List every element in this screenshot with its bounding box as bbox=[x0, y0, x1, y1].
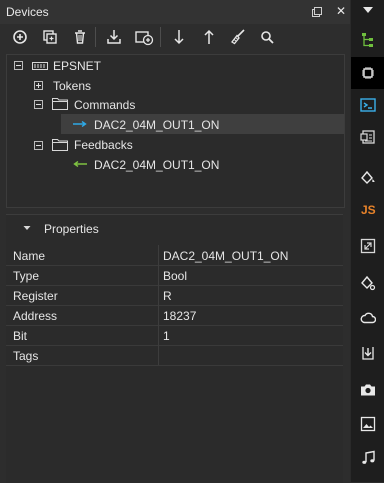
import-icon[interactable] bbox=[104, 27, 124, 47]
panel-toolbar bbox=[0, 24, 350, 50]
property-value[interactable]: 18237 bbox=[163, 309, 196, 323]
right-dock: JS bbox=[350, 0, 384, 482]
tree-root-label[interactable]: EPSNET bbox=[53, 59, 101, 73]
download-icon[interactable] bbox=[351, 337, 384, 369]
property-name: Tags bbox=[13, 349, 39, 363]
column-divider bbox=[158, 265, 159, 285]
column-divider bbox=[158, 245, 159, 265]
device-tree: EPSNET Tokens Commands DAC2_04M_OUT1_ON … bbox=[6, 54, 345, 208]
broom-icon[interactable] bbox=[228, 27, 248, 47]
js-icon[interactable]: JS bbox=[351, 195, 384, 227]
dock-menu-icon[interactable] bbox=[351, 0, 384, 20]
column-divider bbox=[158, 325, 159, 345]
property-row[interactable]: Address 18237 bbox=[6, 305, 343, 326]
property-row[interactable]: Bit 1 bbox=[6, 325, 343, 346]
column-divider bbox=[158, 285, 159, 305]
tree-node-tokens[interactable]: Tokens bbox=[53, 79, 91, 93]
bucket-icon[interactable] bbox=[351, 162, 384, 194]
properties-title: Properties bbox=[44, 222, 99, 236]
property-row[interactable]: Type Bool bbox=[6, 265, 343, 286]
music-icon[interactable] bbox=[351, 442, 384, 474]
resize-icon[interactable] bbox=[351, 230, 384, 262]
device-icon bbox=[32, 62, 48, 70]
image-icon[interactable] bbox=[351, 408, 384, 440]
add-device-icon[interactable] bbox=[134, 27, 154, 47]
duplicate-icon[interactable] bbox=[40, 27, 60, 47]
collapse-toggle[interactable] bbox=[14, 61, 23, 70]
cloud-icon[interactable] bbox=[351, 302, 384, 334]
search-icon[interactable] bbox=[257, 27, 277, 47]
toolbar-separator bbox=[160, 27, 161, 47]
tree-node-feedbacks[interactable]: Feedbacks bbox=[74, 138, 133, 152]
close-icon[interactable]: ✕ bbox=[334, 4, 348, 18]
folder-icon bbox=[52, 138, 68, 151]
panel-titlebar: Devices ✕ bbox=[0, 0, 350, 24]
property-row[interactable]: Register R bbox=[6, 285, 343, 306]
column-divider bbox=[158, 345, 159, 365]
feedback-arrow-icon bbox=[73, 161, 87, 167]
property-value[interactable]: 1 bbox=[163, 329, 170, 343]
chevron-down-icon[interactable] bbox=[23, 224, 31, 232]
pin-icon[interactable] bbox=[311, 6, 323, 18]
tree-node-feedback-item[interactable]: DAC2_04M_OUT1_ON bbox=[94, 158, 219, 172]
column-divider bbox=[158, 305, 159, 325]
property-name: Bit bbox=[13, 329, 28, 343]
property-name: Name bbox=[13, 249, 46, 263]
panel-title: Devices bbox=[6, 5, 49, 19]
bucket-gear-icon[interactable] bbox=[351, 267, 384, 299]
tree-icon[interactable] bbox=[351, 24, 384, 56]
properties-panel: Properties Name DAC2_04M_OUT1_ON Type Bo… bbox=[6, 214, 343, 483]
command-arrow-icon bbox=[73, 121, 87, 127]
property-value[interactable]: Bool bbox=[163, 269, 187, 283]
devices-panel: Devices ✕ EPSNET Tokens Commands DAC2_04… bbox=[0, 0, 350, 483]
collapse-toggle[interactable] bbox=[34, 100, 43, 109]
move-up-icon[interactable] bbox=[199, 27, 219, 47]
report-icon[interactable] bbox=[351, 121, 384, 153]
expand-toggle[interactable] bbox=[34, 81, 43, 90]
delete-icon[interactable] bbox=[70, 27, 90, 47]
collapse-toggle[interactable] bbox=[34, 141, 43, 150]
property-name: Address bbox=[13, 309, 58, 323]
tree-node-command-item[interactable]: DAC2_04M_OUT1_ON bbox=[94, 118, 219, 132]
tree-node-commands[interactable]: Commands bbox=[74, 98, 135, 112]
property-value[interactable]: R bbox=[163, 289, 172, 303]
toolbar-separator bbox=[95, 27, 96, 47]
folder-icon bbox=[52, 97, 68, 110]
property-value[interactable]: DAC2_04M_OUT1_ON bbox=[163, 249, 288, 263]
property-row[interactable]: Name DAC2_04M_OUT1_ON bbox=[6, 245, 343, 266]
properties-header[interactable]: Properties bbox=[6, 215, 343, 243]
move-down-icon[interactable] bbox=[169, 27, 189, 47]
js-label: JS bbox=[361, 203, 376, 217]
terminal-icon[interactable] bbox=[351, 89, 384, 121]
add-icon[interactable] bbox=[10, 27, 30, 47]
chip-icon[interactable] bbox=[351, 57, 384, 89]
property-name: Register bbox=[13, 289, 58, 303]
property-name: Type bbox=[13, 269, 40, 283]
camera-icon[interactable] bbox=[351, 374, 384, 406]
property-row[interactable]: Tags bbox=[6, 345, 343, 366]
